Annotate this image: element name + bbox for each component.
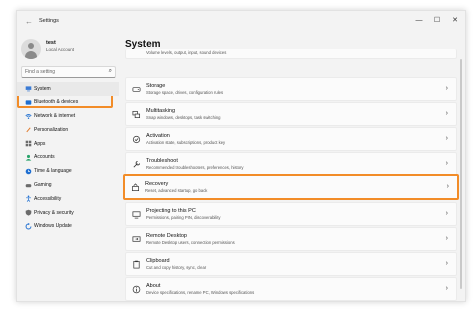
sidebar-item-bluetooth[interactable]: Bluetooth & devices [17,96,119,110]
setting-subtitle: Reset, advanced startup, go back [145,188,208,193]
multitasking-icon [132,110,141,119]
setting-subtitle: Device specifications, rename PC, Window… [146,290,255,295]
setting-title: Activation [146,133,170,139]
setting-row-storage[interactable]: Storage Storage space, drives, configura… [125,77,457,101]
sidebar-item-accounts[interactable]: Accounts [17,151,119,165]
setting-row-recovery[interactable]: Recovery Reset, advanced startup, go bac… [123,174,459,200]
setting-title: Recovery [145,181,169,187]
sidebar-item-time-language[interactable]: Time & language [17,165,119,179]
sidebar-item-apps[interactable]: Apps [17,137,119,151]
chevron-right-icon: › [445,235,448,242]
apps-icon [25,140,32,147]
wrench-icon [133,160,141,168]
sidebar-item-label: Personalization [34,126,69,133]
close-button[interactable]: ✕ [449,15,461,27]
sidebar-item-windows-update[interactable]: Windows Update [17,220,119,234]
sidebar-item-label: Network & internet [34,113,76,120]
chevron-right-icon: › [445,260,448,267]
user-profile[interactable]: test Local Account [21,35,121,65]
bluetooth-icon [25,100,32,105]
setting-subtitle: Activation state, subscriptions, product… [146,140,226,145]
recovery-icon [131,183,140,192]
sidebar-item-label: Accessibility [34,195,62,202]
system-icon [25,86,32,92]
setting-title: Remote Desktop [146,233,187,239]
projecting-icon [132,211,141,219]
sidebar-item-network[interactable]: Network & internet [17,110,119,124]
search-placeholder: Find a setting [25,69,56,75]
setting-row-projecting[interactable]: Projecting to this PC Permissions, pairi… [125,202,457,226]
chevron-right-icon: › [445,285,448,292]
shield-icon [25,209,32,216]
sidebar-item-label: Privacy & security [34,209,74,216]
sidebar-item-label: Windows Update [34,223,72,230]
setting-row-sound[interactable]: Volume levels, output, input, sound devi… [125,49,457,59]
user-name: test [46,40,56,46]
setting-title: Multitasking [146,108,176,114]
brush-icon [26,127,31,133]
chevron-right-icon: › [445,85,448,92]
setting-row-activation[interactable]: Activation Activation state, subscriptio… [125,127,457,151]
title-bar: ← Settings — ☐ ✕ [17,11,465,33]
accessibility-icon [26,195,31,203]
setting-row-multitasking[interactable]: Multitasking Snap windows, desktops, tas… [125,102,457,126]
setting-subtitle: Recommended troubleshooters, preferences… [146,165,244,170]
clock-icon [25,168,32,175]
account-type: Local Account [46,47,75,52]
storage-icon [132,87,141,92]
chevron-right-icon: › [445,110,448,117]
setting-subtitle: Storage space, drives, configuration rul… [146,90,224,95]
update-icon [25,222,32,230]
sidebar-item-label: Apps [34,140,46,147]
setting-row-clipboard[interactable]: Clipboard Cut and copy history, sync, cl… [125,252,457,276]
maximize-button[interactable]: ☐ [431,15,443,27]
setting-title: Storage [146,83,166,89]
app-title: Settings [39,18,59,24]
activation-icon [132,135,141,144]
sidebar-item-label: Bluetooth & devices [34,99,79,106]
setting-title: Troubleshoot [146,158,178,164]
setting-subtitle: Permissions, pairing PIN, discoverabilit… [146,215,221,220]
account-icon [25,154,32,161]
chevron-right-icon: › [445,210,448,217]
gaming-icon [25,183,32,187]
setting-row-troubleshoot[interactable]: Troubleshoot Recommended troubleshooters… [125,152,457,176]
setting-subtitle: Remote Desktop users, connection permiss… [146,240,235,245]
sidebar-item-label: Gaming [34,182,52,189]
sidebar-item-label: Time & language [34,168,72,175]
search-input[interactable]: Find a setting ⌕ [21,66,116,78]
remote-desktop-icon [132,236,141,242]
chevron-right-icon: › [445,135,448,142]
sidebar-item-personalization[interactable]: Personalization [17,123,119,137]
chevron-right-icon: › [445,160,448,167]
setting-row-remote-desktop[interactable]: Remote Desktop Remote Desktop users, con… [125,227,457,251]
setting-subtitle: Snap windows, desktops, task switching [146,115,221,120]
avatar[interactable] [21,39,41,59]
sidebar-item-accessibility[interactable]: Accessibility [17,192,119,206]
settings-window: ← Settings — ☐ ✕ test Local Account Find… [16,10,466,302]
chevron-right-icon: › [446,183,449,190]
search-icon[interactable]: ⌕ [109,68,112,75]
info-icon [132,285,141,294]
sidebar-item-label: Accounts [34,154,55,161]
setting-title: Projecting to this PC [146,208,196,214]
setting-subtitle: Volume levels, output, input, sound devi… [146,50,227,55]
scrollbar[interactable] [460,59,462,289]
sidebar-item-label: System [34,85,51,92]
minimize-button[interactable]: — [413,15,425,27]
setting-title: About [146,283,161,289]
setting-subtitle: Cut and copy history, sync, clear [146,265,207,270]
sidebar-item-privacy-security[interactable]: Privacy & security [17,206,119,220]
back-arrow-icon[interactable]: ← [25,18,35,26]
setting-title: Clipboard [146,258,170,264]
sidebar-item-system[interactable]: System [17,82,119,96]
clipboard-icon [133,260,140,269]
sidebar-nav: System Bluetooth & devices Network & int… [17,82,119,234]
setting-row-about[interactable]: About Device specifications, rename PC, … [125,277,457,301]
wifi-icon [25,113,32,119]
sidebar-item-gaming[interactable]: Gaming [17,179,119,193]
